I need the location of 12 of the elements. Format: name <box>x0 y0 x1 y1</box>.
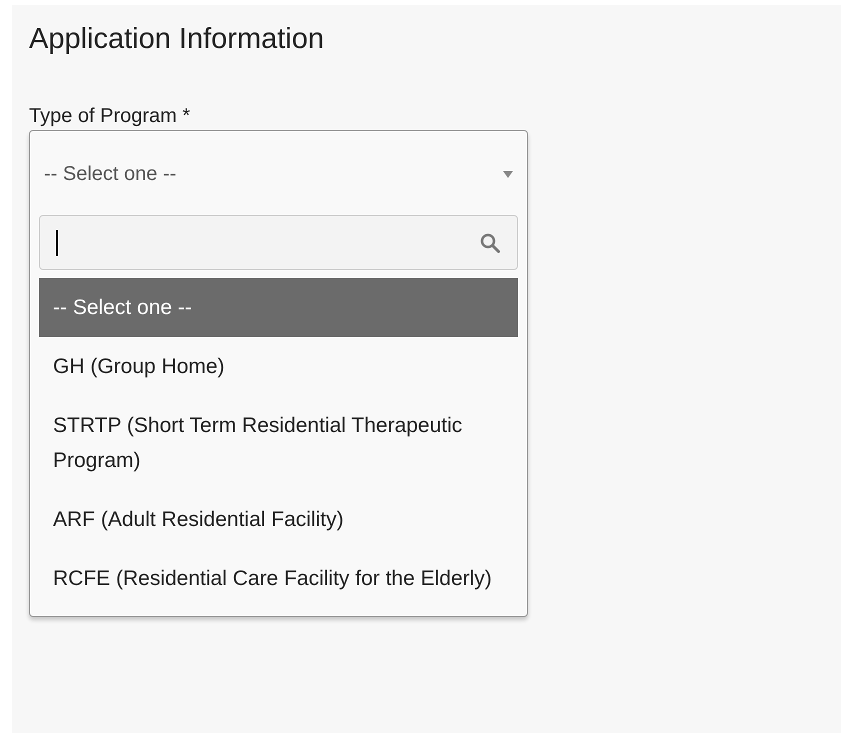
dropdown-option[interactable]: RCFE (Residential Care Facility for the Elderly) <box>39 549 518 608</box>
dropdown-option[interactable]: GH (Group Home) <box>39 337 518 396</box>
field-label: Type of Program * <box>29 104 192 129</box>
text-cursor <box>56 230 58 256</box>
section-title: Application Information <box>29 22 325 57</box>
dropdown-option[interactable]: -- Select one -- <box>39 278 518 337</box>
caret-icon <box>503 170 513 178</box>
search-field[interactable] <box>39 215 518 270</box>
search-icon <box>479 232 501 254</box>
dropdown-option[interactable]: STRTP (Short Term Residential Therapeutic Program) <box>39 396 518 490</box>
select-trigger[interactable]: -- Select one -- <box>30 131 527 217</box>
dropdown-option[interactable]: ARF (Adult Residential Facility) <box>39 490 518 549</box>
